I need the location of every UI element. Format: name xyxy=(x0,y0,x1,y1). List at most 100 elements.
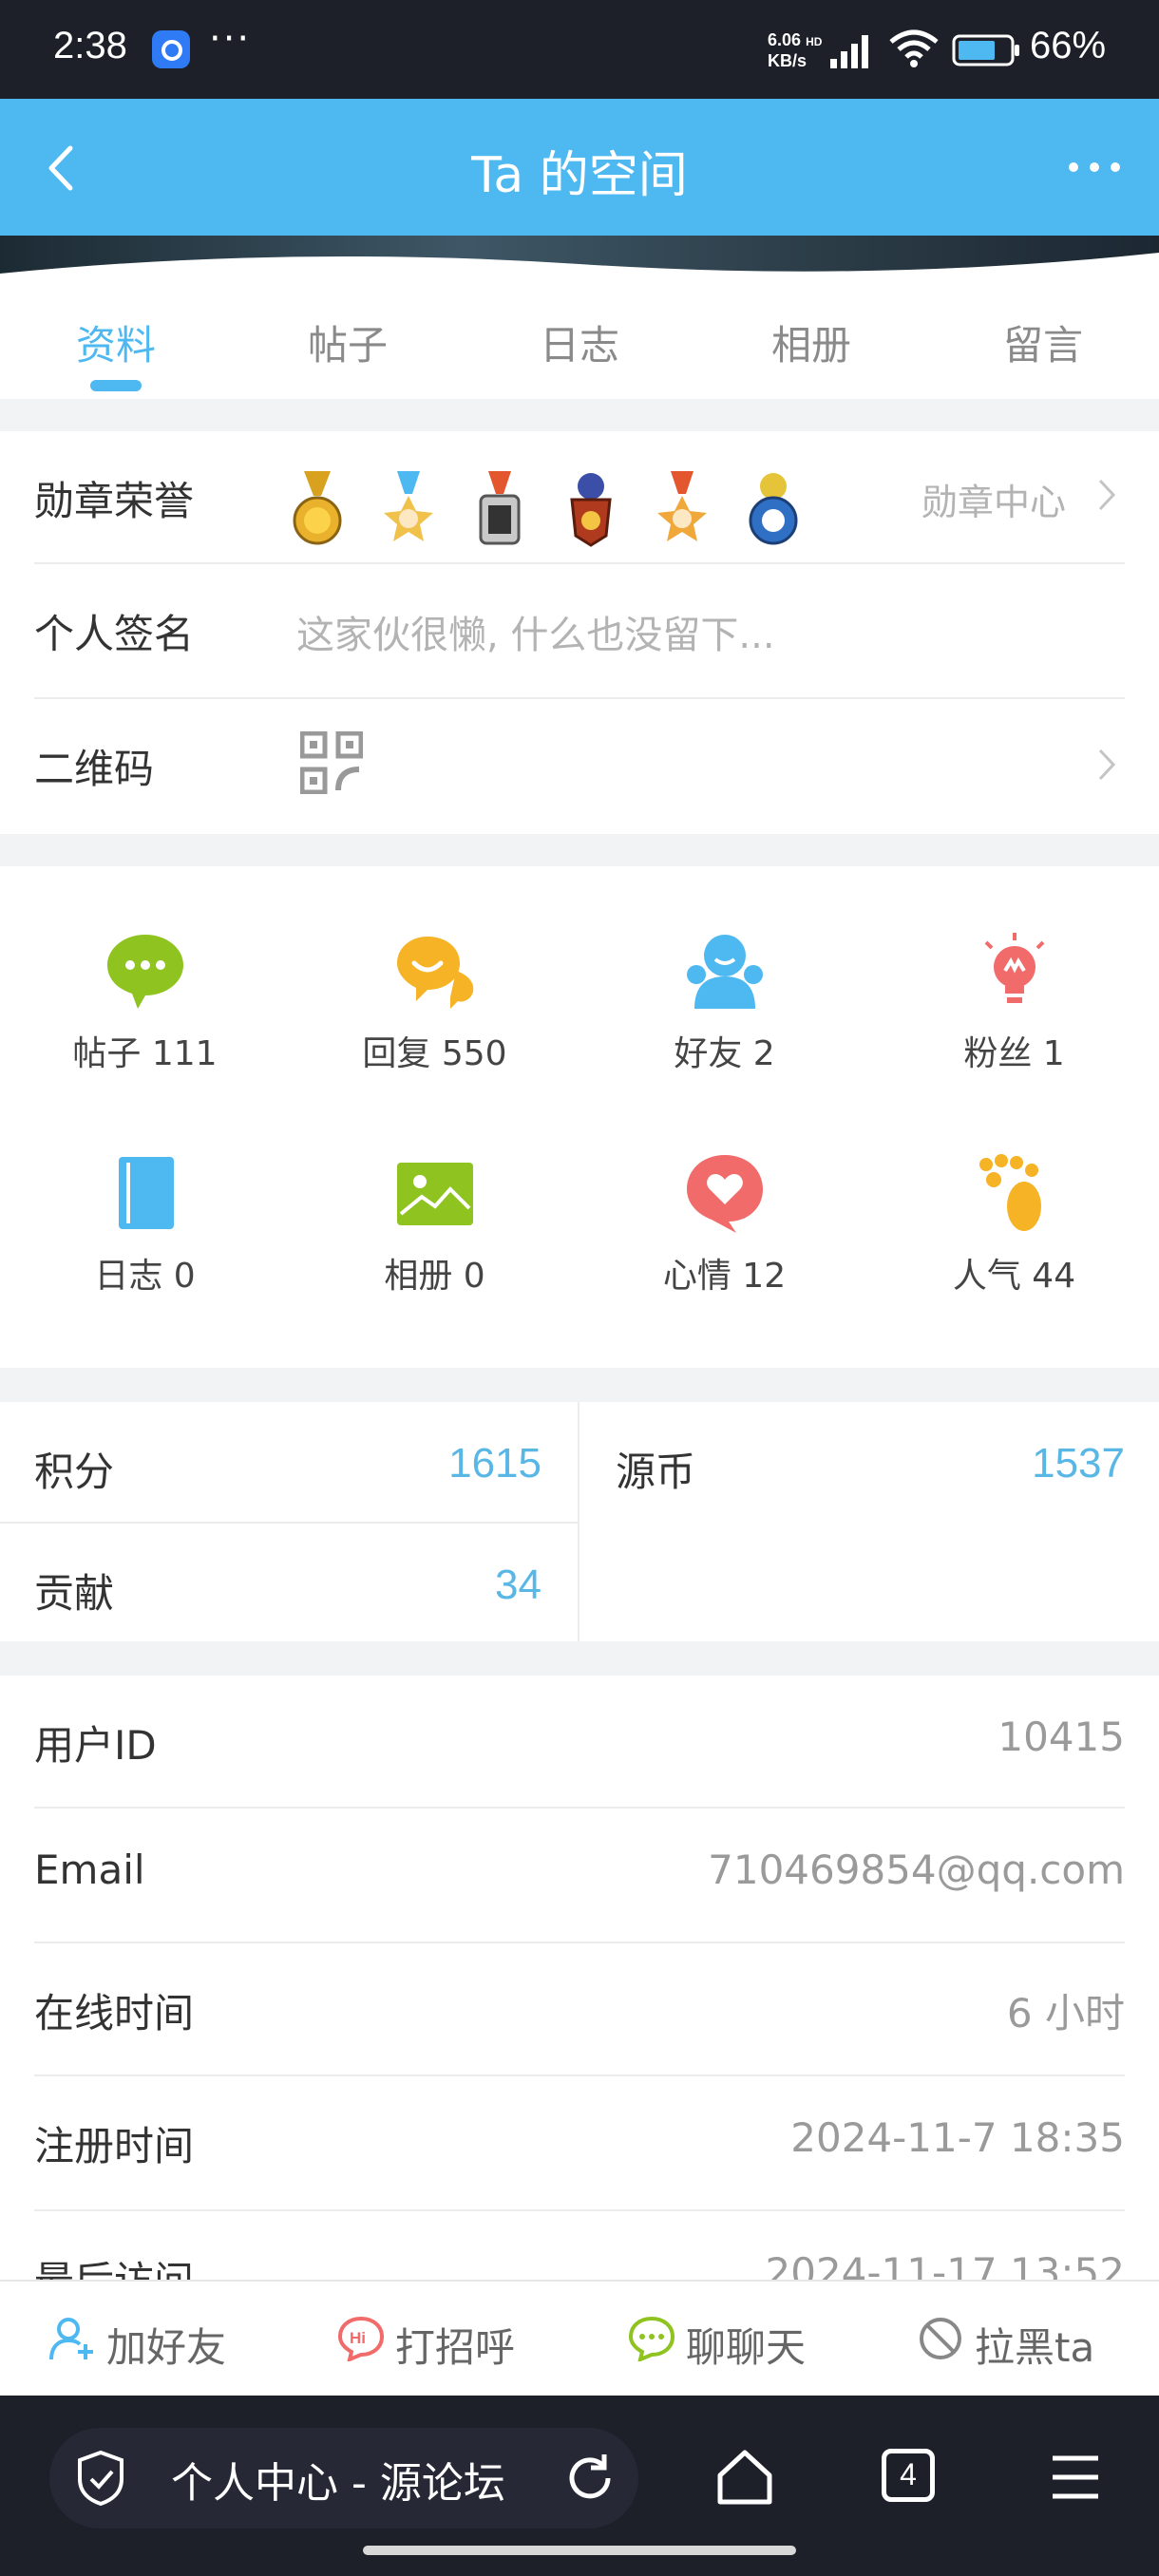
shield-icon[interactable] xyxy=(76,2449,125,2508)
battery-percent: 66% xyxy=(1030,25,1107,66)
stat-journal-label: 日志 0 xyxy=(94,1257,196,1296)
stat-friends-label: 好友 2 xyxy=(674,1034,775,1073)
action-bar: 加好友 Hi 打招呼 聊聊天 拉黑ta xyxy=(0,2280,1159,2396)
network-speed: 6.06 HD KB/s xyxy=(768,30,822,70)
qrcode-icon[interactable] xyxy=(300,731,363,794)
stat-album-label: 相册 0 xyxy=(384,1257,485,1296)
user-info-list: 用户ID 10415 Email 710469854@qq.com 在线时间 6… xyxy=(0,1676,1159,2304)
browser-page-title[interactable]: 个人中心 - 源论坛 xyxy=(171,2449,532,2510)
menu-icon[interactable] xyxy=(1049,2453,1102,2502)
stat-fans[interactable]: 粉丝 1 xyxy=(869,929,1159,1075)
net-hd: HD xyxy=(806,35,823,48)
home-icon[interactable] xyxy=(714,2447,775,2508)
lightbulb-icon xyxy=(984,933,1044,1003)
coins-value: 1537 xyxy=(1032,1440,1125,1487)
divider xyxy=(34,1941,1125,1943)
stat-album[interactable]: 相册 0 xyxy=(290,1151,580,1297)
battery-icon xyxy=(952,34,1019,66)
divider xyxy=(34,697,1125,699)
signal-icon xyxy=(830,35,868,68)
reload-icon[interactable] xyxy=(560,2449,619,2508)
stat-friends[interactable]: 好友 2 xyxy=(580,929,869,1075)
profile-tabs: 资料 帖子 日志 相册 留言 xyxy=(0,275,1159,399)
net-speed-unit: KB/s xyxy=(768,51,808,70)
signature-value: 这家伙很懒, 什么也没留下... xyxy=(296,614,775,657)
divider xyxy=(578,1402,580,1641)
stat-posts[interactable]: 帖子 111 xyxy=(0,929,290,1075)
status-time: 2:38 xyxy=(53,25,127,66)
medal-icon xyxy=(570,473,612,547)
tabs-count-button[interactable]: 4 xyxy=(882,2449,935,2502)
net-speed-value: 6.06 xyxy=(768,30,802,49)
stat-popularity[interactable]: 人气 44 xyxy=(869,1151,1159,1297)
heart-bubble-icon xyxy=(686,1155,763,1233)
medal-icon xyxy=(479,471,521,545)
tab-messages[interactable]: 留言 xyxy=(927,313,1159,371)
divider xyxy=(0,1522,578,1524)
say-hi-label: 打招呼 xyxy=(395,2324,516,2371)
chevron-right-icon[interactable] xyxy=(1096,477,1117,513)
status-more: ··· xyxy=(209,17,252,61)
footprint-icon xyxy=(978,1154,1041,1231)
tab-journal[interactable]: 日志 xyxy=(464,313,695,371)
medals-label: 勋章荣誉 xyxy=(34,478,195,524)
profile-card: 勋章荣誉 勋章中心 个人签名 这家伙很懒, 什么也没留下... 二维码 xyxy=(0,431,1159,834)
tab-album[interactable]: 相册 xyxy=(695,313,927,371)
contribution-label: 贡献 xyxy=(34,1570,115,1617)
medal-center-link[interactable]: 勋章中心 xyxy=(922,473,1066,525)
qrcode-label: 二维码 xyxy=(34,746,155,792)
add-friend-button[interactable]: 加好友 xyxy=(49,2308,277,2371)
info-value: 2024-11-7 18:35 xyxy=(790,2114,1125,2161)
info-value: 710469854@qq.com xyxy=(708,1847,1125,1893)
status-bar: 2:38 ··· 6.06 HD KB/s 66% xyxy=(0,0,1159,99)
divider xyxy=(34,2209,1125,2211)
stat-mood[interactable]: 心情 12 xyxy=(580,1151,869,1297)
contribution-value: 34 xyxy=(495,1562,542,1608)
coins-label: 源币 xyxy=(616,1449,696,1495)
block-button[interactable]: 拉黑ta xyxy=(918,2308,1146,2371)
tab-active-indicator xyxy=(90,380,142,391)
tab-profile[interactable]: 资料 xyxy=(0,313,232,371)
chat-label: 聊聊天 xyxy=(686,2324,807,2371)
medal-icon xyxy=(293,471,342,545)
signature-label: 个人签名 xyxy=(34,611,195,657)
block-icon xyxy=(920,2318,961,2359)
add-friend-label: 加好友 xyxy=(106,2324,227,2371)
info-label: Email xyxy=(34,1847,145,1893)
notification-app-icon xyxy=(152,30,190,68)
scores-table: 积分 1615 源币 1537 贡献 34 xyxy=(0,1402,1159,1641)
info-value: 10415 xyxy=(998,1714,1125,1760)
stats-grid: 帖子 111 回复 550 好友 2 粉丝 1 日志 0 相册 0 心情 12 … xyxy=(0,866,1159,1368)
notebook-icon xyxy=(118,1157,174,1229)
medal-icon xyxy=(657,471,707,541)
album-icon xyxy=(396,1163,473,1225)
svg-text:Hi: Hi xyxy=(350,2329,366,2347)
chat-button[interactable]: 聊聊天 xyxy=(629,2308,857,2371)
points-label: 积分 xyxy=(34,1449,115,1495)
stat-posts-label: 帖子 111 xyxy=(72,1034,218,1073)
wifi-icon xyxy=(889,29,939,67)
info-label: 用户ID xyxy=(34,1722,157,1769)
chevron-right-icon[interactable] xyxy=(1096,747,1117,783)
more-dots-icon[interactable] xyxy=(1064,154,1125,180)
divider xyxy=(34,1807,1125,1809)
block-label: 拉黑ta xyxy=(975,2324,1095,2371)
stat-mood-label: 心情 12 xyxy=(662,1257,787,1296)
chat-icon xyxy=(629,2316,674,2361)
stat-replies-label: 回复 550 xyxy=(362,1034,507,1073)
divider xyxy=(34,2074,1125,2076)
page-title: Ta 的空间 xyxy=(471,147,688,204)
home-indicator[interactable] xyxy=(363,2546,796,2555)
divider xyxy=(34,562,1125,564)
stat-fans-label: 粉丝 1 xyxy=(963,1034,1065,1073)
stat-replies[interactable]: 回复 550 xyxy=(290,929,580,1075)
points-value: 1615 xyxy=(448,1440,542,1487)
friends-icon xyxy=(686,935,763,1009)
tab-posts[interactable]: 帖子 xyxy=(232,313,464,371)
medal-icon xyxy=(384,471,433,541)
stat-journal[interactable]: 日志 0 xyxy=(0,1151,290,1297)
add-user-icon xyxy=(49,2318,93,2360)
chat-bubble-icon xyxy=(106,935,183,1009)
say-hi-button[interactable]: Hi 打招呼 xyxy=(338,2308,566,2371)
stat-popularity-label: 人气 44 xyxy=(952,1257,1076,1296)
